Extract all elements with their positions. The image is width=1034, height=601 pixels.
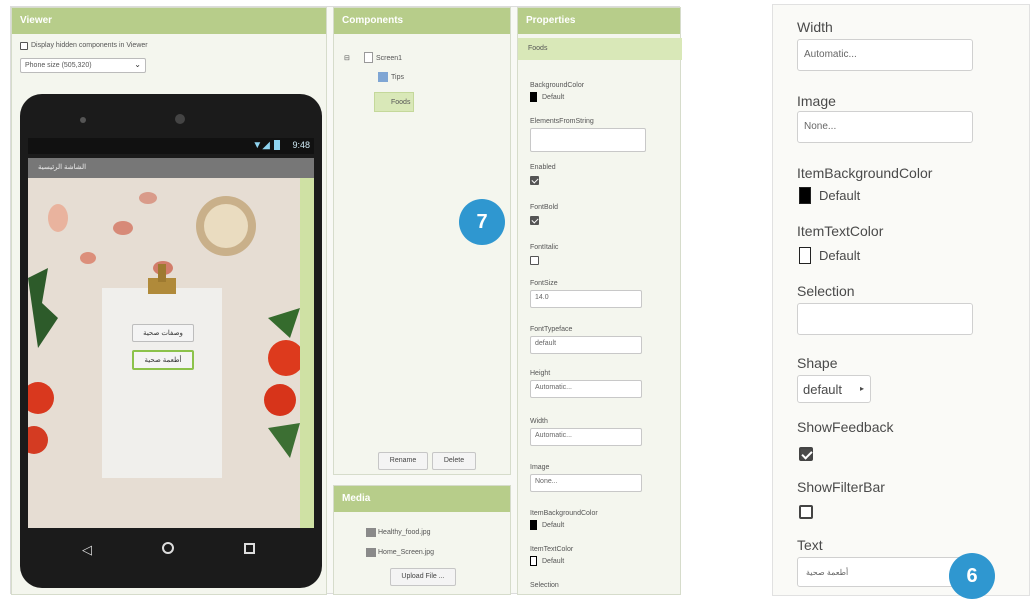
prop-fonttypeface-input[interactable]: default [530,336,642,354]
prop-itembg-label: ItemBackgroundColor [530,510,598,517]
recents-icon[interactable] [244,543,255,554]
color-swatch-black[interactable] [530,92,537,102]
tree-item-screen1[interactable]: Screen1 [376,55,402,62]
prop-elements-label: ElementsFromString [530,118,594,125]
prop-fontitalic-checkbox[interactable] [530,256,539,265]
screen-icon [364,52,373,63]
prop-backgroundcolor-value[interactable]: Default [542,94,564,101]
zoom-selection-input[interactable] [797,303,973,335]
prop-image-label: Image [530,464,550,471]
zoom-shape-label: Shape [797,355,838,371]
foods-button[interactable]: أطعمة صحية [132,350,194,370]
list-view-icon [378,72,388,82]
status-bar: ▼◢ 9:48 [28,138,314,154]
screen-scrollbar[interactable] [300,178,314,528]
phone-speaker [80,117,86,123]
prop-selection-label: Selection [530,582,559,589]
screen-title-bar: الشاشة الرئيسية [28,158,314,178]
prop-fontbold-label: FontBold [530,204,559,211]
collapse-icon[interactable]: ⊟ [344,54,350,62]
zoom-text-input[interactable]: أطعمة صحية [797,557,973,587]
viewer-panel: Viewer Display hidden components in View… [11,7,327,595]
zoom-showfeedback-checkbox[interactable] [799,447,813,461]
media-file-2[interactable]: Home_Screen.jpg [378,549,434,556]
image-file-icon [366,548,376,557]
recipes-button[interactable]: وصفات صحية [132,324,194,342]
nav-bar: ◁ [28,528,314,572]
phone-size-value: Phone size (505,320) [25,62,92,69]
hidden-components-checkbox[interactable] [20,42,28,50]
battery-icon [274,140,280,150]
prop-fontitalic-label: FontItalic [530,244,559,251]
media-panel: Media Healthy_food.jpg Home_Screen.jpg U… [333,485,511,595]
zoom-image-input[interactable]: None... [797,111,973,143]
prop-height-input[interactable]: Automatic... [530,380,642,398]
prop-fontbold-checkbox[interactable] [530,216,539,225]
tree-item-tips[interactable]: Tips [391,74,404,81]
prop-image-input[interactable]: None... [530,474,642,492]
prop-itemtext-value[interactable]: Default [542,558,564,565]
zoom-showfeedback-label: ShowFeedback [797,419,894,435]
dropdown-arrow-icon: ▸ [860,384,865,393]
media-file-1[interactable]: Healthy_food.jpg [378,529,431,536]
callout-6-badge: 6 [949,553,995,599]
prop-fontsize-input[interactable]: 14.0 [530,290,642,308]
prop-backgroundcolor-label: BackgroundColor [530,82,585,89]
signal-icon: ▼◢ [252,140,270,151]
background-image: وصفات صحية أطعمة صحية [28,178,300,528]
prop-enabled-checkbox[interactable] [530,176,539,185]
phone-size-select[interactable]: Phone size (505,320) ⌄ [20,58,146,73]
delete-button[interactable]: Delete [432,452,476,470]
phone-camera [175,114,185,124]
components-header: Components [334,8,510,34]
prop-elements-textarea[interactable] [530,128,646,152]
zoom-width-label: Width [797,19,833,35]
screen-title: الشاشة الرئيسية [38,164,87,171]
zoom-width-input[interactable]: Automatic... [797,39,973,71]
viewer-header: Viewer [12,8,326,34]
rename-button[interactable]: Rename [378,452,428,470]
zoom-itembg-value[interactable]: Default [819,188,860,203]
selected-component-name: Foods [528,45,548,52]
back-icon[interactable]: ◁ [82,542,92,558]
zoom-itemtext-value[interactable]: Default [819,248,860,263]
upload-file-button[interactable]: Upload File ... [390,568,456,586]
designer-screenshot: Viewer Display hidden components in View… [10,6,682,595]
status-time: 9:48 [292,140,310,150]
prop-itembg-value[interactable]: Default [542,522,564,529]
zoom-shape-select[interactable]: default ▸ [797,375,871,403]
color-swatch-white[interactable] [799,247,811,264]
zoom-image-label: Image [797,93,836,109]
hidden-components-label: Display hidden components in Viewer [31,42,148,49]
color-swatch-black[interactable] [799,187,811,204]
prop-width-input[interactable]: Automatic... [530,428,642,446]
tree-item-foods: Foods [391,99,411,106]
zoom-showfilter-checkbox[interactable] [799,505,813,519]
color-swatch-white[interactable] [530,556,537,566]
color-swatch-black[interactable] [530,520,537,530]
zoom-text-label: Text [797,537,823,553]
prop-height-label: Height [530,370,551,377]
properties-zoom-panel: Width Automatic... Image None... ItemBac… [772,4,1030,599]
zoom-shape-value: default [803,382,843,397]
prop-width-label: Width [530,418,548,425]
selected-component-bar: Foods [518,38,682,60]
zoom-showfilter-label: ShowFilterBar [797,479,885,495]
zoom-itembg-label: ItemBackgroundColor [797,165,933,181]
prop-itemtext-label: ItemTextColor [530,546,574,553]
zoom-itemtext-label: ItemTextColor [797,223,884,239]
callout-7-badge: 7 [459,199,505,245]
prop-fontsize-label: FontSize [530,280,558,287]
zoom-selection-label: Selection [797,283,855,299]
tree-item-foods-selected[interactable]: Foods [374,92,414,112]
media-header: Media [334,486,510,512]
chevron-down-icon: ⌄ [134,60,141,69]
home-icon[interactable] [162,542,174,554]
prop-enabled-label: Enabled [530,164,556,171]
properties-panel: Properties Foods BackgroundColor Default… [517,7,682,595]
prop-fonttypeface-label: FontTypeface [530,326,573,333]
properties-header: Properties [518,8,680,34]
image-file-icon [366,528,376,537]
phone-frame: ▼◢ 9:48 الشاشة الرئيسية وصفات صحية أطعمة… [20,94,322,588]
